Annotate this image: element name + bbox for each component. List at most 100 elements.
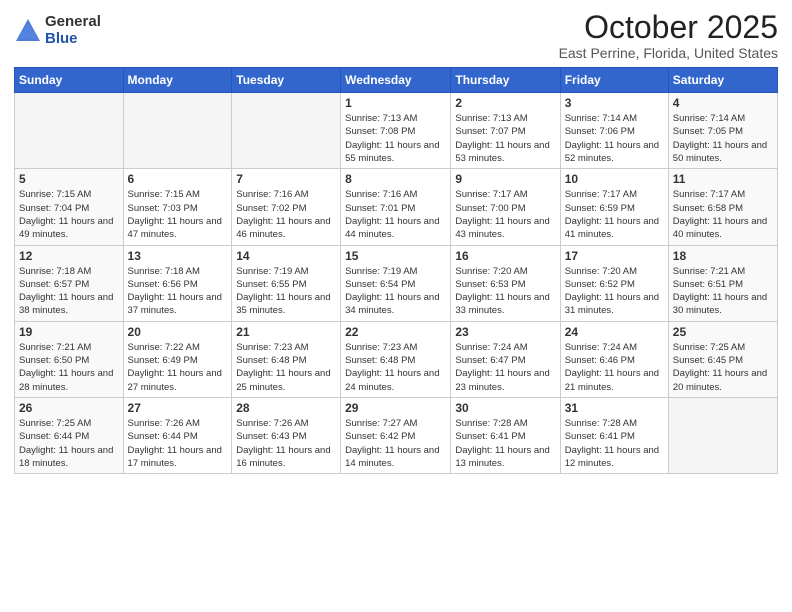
calendar-cell: 13Sunrise: 7:18 AMSunset: 6:56 PMDayligh…	[123, 245, 232, 321]
day-info: Sunrise: 7:17 AMSunset: 6:58 PMDaylight:…	[673, 188, 773, 241]
day-number: 10	[565, 172, 664, 186]
calendar-cell: 21 Sunrise: 7:23 AMSunset: 6:48 PMDayligh…	[232, 321, 341, 397]
day-number: 7	[236, 172, 336, 186]
day-number: 15	[345, 249, 446, 263]
calendar-cell: 23 Sunrise: 7:24 AMSunset: 6:47 PMDayligh…	[451, 321, 560, 397]
calendar-row: 19 Sunrise: 7:21 AMSunset: 6:50 PMDayligh…	[15, 321, 778, 397]
day-info: Sunrise: 7:15 AMSunset: 7:04 PMDaylight:…	[19, 188, 119, 241]
day-info: Sunrise: 7:21 AMSunset: 6:51 PMDaylight:…	[673, 265, 773, 318]
header: General Blue October 2025 East Perrine, …	[14, 10, 778, 61]
calendar-cell: 27 Sunrise: 7:26 AMSunset: 6:44 PMDayligh…	[123, 397, 232, 473]
col-wednesday: Wednesday	[341, 68, 451, 93]
logo-text: General Blue	[45, 14, 101, 47]
calendar-cell: 3Sunrise: 7:14 AMSunset: 7:06 PMDaylight…	[560, 93, 668, 169]
calendar-row: 1 Sunrise: 7:13 AMSunset: 7:08 PMDaylight…	[15, 93, 778, 169]
day-number: 27	[128, 401, 228, 415]
calendar-cell: 9Sunrise: 7:17 AMSunset: 7:00 PMDaylight…	[451, 169, 560, 245]
day-info: Sunrise: 7:28 AMSunset: 6:41 PMDaylight:…	[455, 417, 555, 470]
col-thursday: Thursday	[451, 68, 560, 93]
day-number: 16	[455, 249, 555, 263]
col-monday: Monday	[123, 68, 232, 93]
calendar-cell: 18 Sunrise: 7:21 AMSunset: 6:51 PMDayligh…	[668, 245, 777, 321]
day-info: Sunrise: 7:24 AMSunset: 6:47 PMDaylight:…	[455, 341, 555, 394]
day-number: 18	[673, 249, 773, 263]
calendar-cell: 19 Sunrise: 7:21 AMSunset: 6:50 PMDayligh…	[15, 321, 124, 397]
calendar-cell: 26 Sunrise: 7:25 AMSunset: 6:44 PMDayligh…	[15, 397, 124, 473]
calendar-cell: 24 Sunrise: 7:24 AMSunset: 6:46 PMDayligh…	[560, 321, 668, 397]
day-info: Sunrise: 7:25 AMSunset: 6:45 PMDaylight:…	[673, 341, 773, 394]
calendar-cell: 30 Sunrise: 7:28 AMSunset: 6:41 PMDayligh…	[451, 397, 560, 473]
col-friday: Friday	[560, 68, 668, 93]
day-number: 30	[455, 401, 555, 415]
calendar-cell: 11 Sunrise: 7:17 AMSunset: 6:58 PMDayligh…	[668, 169, 777, 245]
logo: General Blue	[14, 14, 101, 47]
day-number: 19	[19, 325, 119, 339]
day-number: 21	[236, 325, 336, 339]
day-number: 26	[19, 401, 119, 415]
day-info: Sunrise: 7:20 AMSunset: 6:53 PMDaylight:…	[455, 265, 555, 318]
calendar-cell: 17 Sunrise: 7:20 AMSunset: 6:52 PMDayligh…	[560, 245, 668, 321]
day-number: 31	[565, 401, 664, 415]
day-info: Sunrise: 7:25 AMSunset: 6:44 PMDaylight:…	[19, 417, 119, 470]
day-number: 12	[19, 249, 119, 263]
calendar-cell: 2Sunrise: 7:13 AMSunset: 7:07 PMDaylight…	[451, 93, 560, 169]
calendar-cell: 14 Sunrise: 7:19 AMSunset: 6:55 PMDayligh…	[232, 245, 341, 321]
calendar-cell	[668, 397, 777, 473]
calendar: Sunday Monday Tuesday Wednesday Thursday…	[14, 67, 778, 474]
logo-icon	[14, 17, 42, 45]
calendar-cell: 20 Sunrise: 7:22 AMSunset: 6:49 PMDayligh…	[123, 321, 232, 397]
day-info: Sunrise: 7:18 AMSunset: 6:57 PMDaylight:…	[19, 265, 119, 318]
col-saturday: Saturday	[668, 68, 777, 93]
month-title: October 2025	[559, 10, 778, 45]
day-info: Sunrise: 7:23 AMSunset: 6:48 PMDaylight:…	[236, 341, 336, 394]
day-info: Sunrise: 7:13 AMSunset: 7:07 PMDaylight:…	[455, 112, 555, 165]
calendar-cell: 25 Sunrise: 7:25 AMSunset: 6:45 PMDayligh…	[668, 321, 777, 397]
day-number: 6	[128, 172, 228, 186]
day-info: Sunrise: 7:19 AMSunset: 6:54 PMDaylight:…	[345, 265, 446, 318]
calendar-cell: 6 Sunrise: 7:15 AMSunset: 7:03 PMDaylight…	[123, 169, 232, 245]
logo-general-text: General	[45, 14, 101, 31]
day-number: 14	[236, 249, 336, 263]
day-info: Sunrise: 7:16 AMSunset: 7:02 PMDaylight:…	[236, 188, 336, 241]
day-info: Sunrise: 7:28 AMSunset: 6:41 PMDaylight:…	[565, 417, 664, 470]
day-info: Sunrise: 7:26 AMSunset: 6:44 PMDaylight:…	[128, 417, 228, 470]
calendar-cell: 29Sunrise: 7:27 AMSunset: 6:42 PMDayligh…	[341, 397, 451, 473]
day-info: Sunrise: 7:24 AMSunset: 6:46 PMDaylight:…	[565, 341, 664, 394]
day-number: 13	[128, 249, 228, 263]
col-tuesday: Tuesday	[232, 68, 341, 93]
day-info: Sunrise: 7:13 AMSunset: 7:08 PMDaylight:…	[345, 112, 446, 165]
location: East Perrine, Florida, United States	[559, 45, 778, 61]
day-info: Sunrise: 7:17 AMSunset: 6:59 PMDaylight:…	[565, 188, 664, 241]
day-number: 24	[565, 325, 664, 339]
day-number: 9	[455, 172, 555, 186]
title-block: October 2025 East Perrine, Florida, Unit…	[559, 10, 778, 61]
day-number: 1	[345, 96, 446, 110]
day-number: 23	[455, 325, 555, 339]
calendar-cell: 7 Sunrise: 7:16 AMSunset: 7:02 PMDaylight…	[232, 169, 341, 245]
logo-blue-text: Blue	[45, 31, 101, 48]
day-info: Sunrise: 7:20 AMSunset: 6:52 PMDaylight:…	[565, 265, 664, 318]
day-info: Sunrise: 7:21 AMSunset: 6:50 PMDaylight:…	[19, 341, 119, 394]
day-number: 25	[673, 325, 773, 339]
day-info: Sunrise: 7:23 AMSunset: 6:48 PMDaylight:…	[345, 341, 446, 394]
calendar-row: 26 Sunrise: 7:25 AMSunset: 6:44 PMDayligh…	[15, 397, 778, 473]
day-number: 20	[128, 325, 228, 339]
calendar-cell: 31 Sunrise: 7:28 AMSunset: 6:41 PMDayligh…	[560, 397, 668, 473]
day-info: Sunrise: 7:22 AMSunset: 6:49 PMDaylight:…	[128, 341, 228, 394]
calendar-cell	[232, 93, 341, 169]
day-number: 11	[673, 172, 773, 186]
calendar-row: 5 Sunrise: 7:15 AMSunset: 7:04 PMDaylight…	[15, 169, 778, 245]
day-info: Sunrise: 7:26 AMSunset: 6:43 PMDaylight:…	[236, 417, 336, 470]
day-number: 4	[673, 96, 773, 110]
calendar-cell: 22Sunrise: 7:23 AMSunset: 6:48 PMDayligh…	[341, 321, 451, 397]
calendar-cell: 1 Sunrise: 7:13 AMSunset: 7:08 PMDaylight…	[341, 93, 451, 169]
calendar-cell: 10 Sunrise: 7:17 AMSunset: 6:59 PMDayligh…	[560, 169, 668, 245]
day-number: 5	[19, 172, 119, 186]
col-sunday: Sunday	[15, 68, 124, 93]
calendar-cell: 15 Sunrise: 7:19 AMSunset: 6:54 PMDayligh…	[341, 245, 451, 321]
day-number: 17	[565, 249, 664, 263]
day-info: Sunrise: 7:27 AMSunset: 6:42 PMDaylight:…	[345, 417, 446, 470]
day-info: Sunrise: 7:15 AMSunset: 7:03 PMDaylight:…	[128, 188, 228, 241]
day-info: Sunrise: 7:19 AMSunset: 6:55 PMDaylight:…	[236, 265, 336, 318]
day-info: Sunrise: 7:16 AMSunset: 7:01 PMDaylight:…	[345, 188, 446, 241]
